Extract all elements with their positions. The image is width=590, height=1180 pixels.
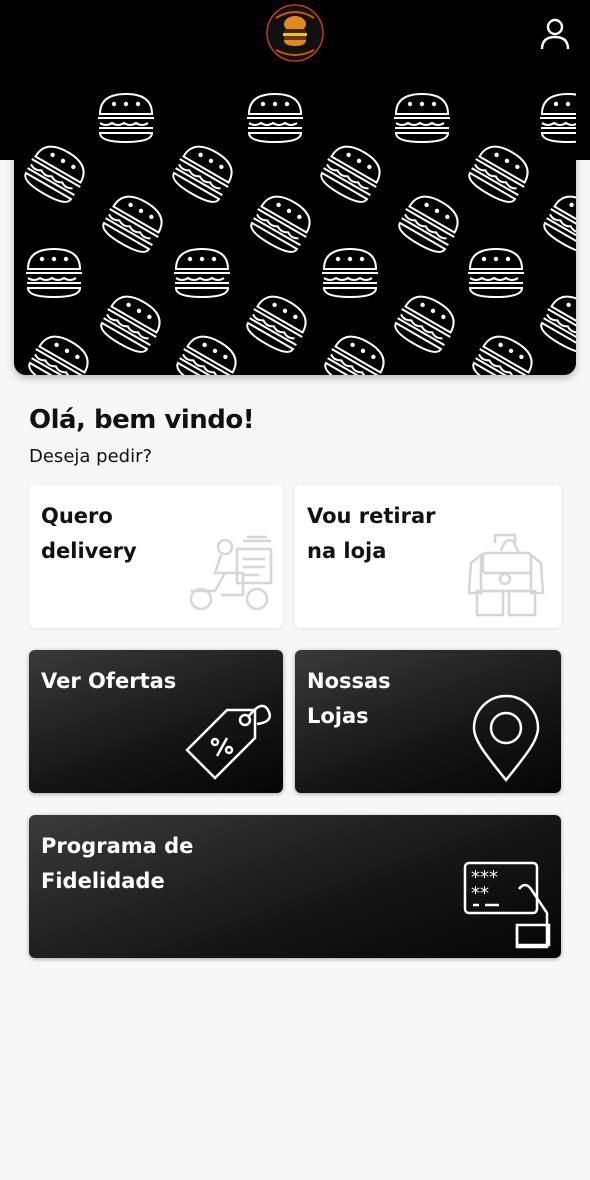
- pattern-burger: [26, 247, 82, 299]
- store-pickup-icon: [467, 533, 545, 617]
- pickup-card[interactable]: Vou retirar na loja: [295, 485, 561, 628]
- pattern-burger: [468, 145, 529, 203]
- promo-banner[interactable]: [14, 88, 576, 375]
- burger-pattern-icon: [24, 92, 576, 375]
- svg-text:**: **: [471, 883, 489, 904]
- loyalty-card-icon: *** **: [463, 861, 551, 949]
- pattern-burger: [28, 335, 89, 375]
- offers-card[interactable]: Ver Ofertas: [29, 650, 283, 793]
- pattern-burger: [250, 195, 311, 253]
- pattern-burger: [394, 295, 455, 353]
- pattern-burger: [246, 295, 307, 353]
- pattern-burger: [394, 92, 450, 144]
- burger-logo-icon[interactable]: [266, 4, 324, 62]
- pattern-burger: [100, 295, 161, 353]
- pattern-burger: [543, 195, 576, 253]
- pattern-burger: [468, 247, 524, 299]
- greeting-title: Olá, bem vindo!: [29, 405, 255, 435]
- loyalty-card-label: Programa de Fidelidade: [41, 834, 194, 893]
- pattern-burger: [247, 92, 303, 144]
- pattern-burger: [172, 145, 233, 203]
- pattern-burger: [174, 247, 230, 299]
- pattern-burger: [398, 195, 459, 253]
- greeting-subtitle: Deseja pedir?: [29, 446, 153, 467]
- pattern-burger: [322, 247, 378, 299]
- pattern-burger: [102, 195, 163, 253]
- pattern-burger: [176, 335, 237, 375]
- user-icon[interactable]: [540, 18, 570, 50]
- delivery-card[interactable]: Quero delivery: [29, 485, 283, 628]
- pattern-burger: [540, 295, 576, 353]
- stores-card[interactable]: Nossas Lojas: [295, 650, 561, 793]
- delivery-scooter-icon: [189, 535, 273, 611]
- map-pin-icon: [472, 694, 540, 782]
- loyalty-card[interactable]: Programa de Fidelidade *** **: [29, 815, 561, 958]
- pattern-burger: [324, 335, 385, 375]
- pattern-burger: [540, 92, 576, 144]
- pattern-burger: [98, 92, 154, 144]
- discount-tag-icon: [185, 704, 271, 780]
- pattern-burger: [472, 335, 533, 375]
- pattern-burger: [320, 145, 381, 203]
- pattern-burger: [24, 145, 85, 203]
